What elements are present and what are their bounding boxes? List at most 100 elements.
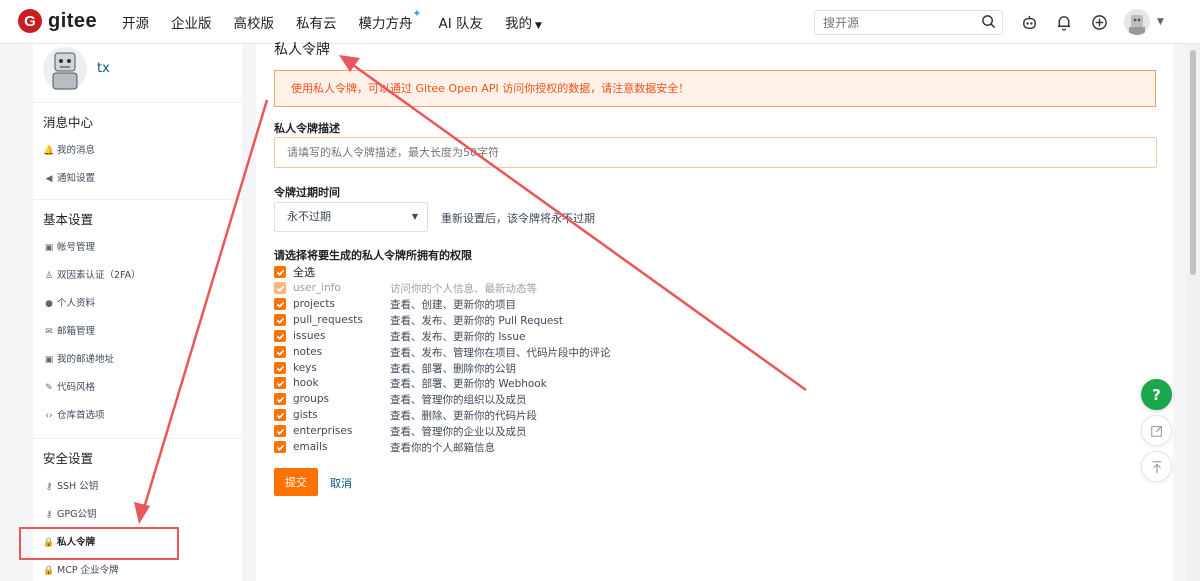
add-icon[interactable] bbox=[1089, 12, 1109, 32]
sidebar-item-repo-prefs[interactable]: ‹› 仓库首选项 bbox=[33, 402, 242, 430]
sidebar-item-label: SSH 公钥 bbox=[57, 481, 99, 492]
perm-name: issues bbox=[293, 330, 326, 342]
sidebar-item-label: 通知设置 bbox=[57, 173, 96, 184]
scrollbar-thumb[interactable] bbox=[1190, 50, 1196, 275]
perm-name: gists bbox=[293, 409, 318, 421]
nav-education[interactable]: 高校版 bbox=[234, 12, 275, 32]
select-all-checkbox[interactable]: 全选 bbox=[274, 264, 315, 280]
perm-name: emails bbox=[293, 441, 328, 453]
nav-open-source[interactable]: 开源 bbox=[122, 12, 149, 32]
sidebar-item-mcp-tokens[interactable]: 🔒 MCP 企业令牌 bbox=[33, 557, 242, 581]
nav-private-cloud[interactable]: 私有云 bbox=[296, 12, 337, 32]
perm-row-pull-requests[interactable]: pull_requests 查看、发布、更新你的 Pull Request bbox=[274, 312, 563, 328]
nav-mine-label: 我的 bbox=[505, 16, 533, 32]
robot-icon[interactable] bbox=[1019, 12, 1039, 32]
key-icon: ⚷ bbox=[45, 482, 53, 492]
gitee-logo-icon: G bbox=[18, 9, 42, 33]
settings-sidebar: tx 消息中心 🔔 我的消息 ◀ 通知设置 基本设置 ▣ 帐号管理 ♙ 双因素认证（2F… bbox=[33, 44, 242, 581]
sidebar-item-address[interactable]: ▣ 我的邮递地址 bbox=[33, 346, 242, 374]
section-title-security: 安全设置 bbox=[43, 451, 94, 466]
page-scrollbar[interactable] bbox=[1187, 44, 1200, 581]
bell-icon[interactable] bbox=[1054, 12, 1074, 32]
checkbox-checked-icon bbox=[274, 266, 286, 278]
perm-desc: 查看、管理你的组织以及成员 bbox=[390, 393, 527, 406]
perm-row-keys[interactable]: keys 查看、部署、删除你的公钥 bbox=[274, 360, 516, 376]
perm-name: groups bbox=[293, 393, 329, 405]
checkbox-checked-icon bbox=[274, 425, 286, 437]
nav-mine[interactable]: 我的 ▼ bbox=[505, 12, 542, 32]
user-shield-icon: ♙ bbox=[44, 271, 54, 281]
checkbox-checked-icon bbox=[274, 314, 286, 326]
perm-desc: 查看、部署、更新你的 Webhook bbox=[390, 377, 547, 390]
sidebar-item-label: GPG公钥 bbox=[57, 509, 97, 520]
sidebar-item-code-style[interactable]: ✎ 代码风格 bbox=[33, 374, 242, 402]
perm-row-projects[interactable]: projects 查看、创建、更新你的项目 bbox=[274, 296, 516, 312]
perm-row-user-info: user_info 访问你的个人信息、最新动态等 bbox=[274, 280, 537, 296]
edit-icon bbox=[1150, 425, 1162, 437]
code-icon: ‹› bbox=[45, 411, 53, 421]
token-form-panel: 私人令牌 使用私人令牌，可以通过 Gitee Open API 访问你授权的数据… bbox=[256, 42, 1173, 581]
perm-row-notes[interactable]: notes 查看、发布、管理你在项目、代码片段中的评论 bbox=[274, 344, 611, 360]
expire-label: 令牌过期时间 bbox=[274, 186, 340, 199]
search-box bbox=[814, 10, 1003, 35]
token-desc-input[interactable] bbox=[275, 138, 1156, 167]
feedback-button[interactable] bbox=[1141, 415, 1172, 446]
checkbox-checked-icon bbox=[274, 298, 286, 310]
perm-row-enterprises[interactable]: enterprises 查看、管理你的企业以及成员 bbox=[274, 423, 527, 439]
avatar-caret-icon[interactable]: ▼ bbox=[1157, 17, 1164, 27]
back-to-top-button[interactable] bbox=[1141, 451, 1172, 482]
sidebar-item-profile[interactable]: ● 个人资料 bbox=[33, 290, 242, 318]
desc-field bbox=[274, 137, 1157, 168]
nav-ai-teammate[interactable]: AI 队友 bbox=[439, 12, 484, 32]
user-avatar[interactable] bbox=[1124, 9, 1150, 35]
perm-row-groups[interactable]: groups 查看、管理你的组织以及成员 bbox=[274, 391, 527, 407]
user-icon: ● bbox=[45, 299, 53, 309]
address-icon: ▣ bbox=[44, 355, 54, 365]
perm-row-hook[interactable]: hook 查看、部署、更新你的 Webhook bbox=[274, 375, 547, 391]
sidebar-item-notification-settings[interactable]: ◀ 通知设置 bbox=[33, 165, 242, 193]
perm-name: enterprises bbox=[293, 425, 353, 437]
sidebar-item-label: 邮箱管理 bbox=[57, 326, 96, 337]
security-warning: 使用私人令牌，可以通过 Gitee Open API 访问你授权的数据，请注意数… bbox=[274, 70, 1156, 107]
checkbox-checked-icon bbox=[274, 393, 286, 405]
submit-button[interactable]: 提交 bbox=[274, 468, 318, 496]
cancel-link[interactable]: 取消 bbox=[330, 475, 352, 491]
checkbox-disabled-icon bbox=[274, 282, 286, 294]
perm-row-issues[interactable]: issues 查看、发布、更新你的 Issue bbox=[274, 328, 526, 344]
checkbox-checked-icon bbox=[274, 362, 286, 374]
perm-name: notes bbox=[293, 346, 323, 358]
profile-username[interactable]: tx bbox=[97, 61, 110, 76]
permissions-label: 请选择将要生成的私人令牌所拥有的权限 bbox=[274, 249, 472, 262]
perm-row-emails[interactable]: emails 查看你的个人邮箱信息 bbox=[274, 439, 495, 455]
nav-enterprise[interactable]: 企业版 bbox=[171, 12, 212, 32]
sidebar-item-label: 仓库首选项 bbox=[57, 410, 105, 421]
search-input[interactable] bbox=[815, 11, 975, 34]
help-button[interactable]: ? bbox=[1141, 379, 1172, 410]
sidebar-item-label: 帐号管理 bbox=[57, 242, 96, 253]
expire-select[interactable]: 永不过期 ▼ bbox=[274, 202, 428, 232]
checkbox-checked-icon bbox=[274, 377, 286, 389]
expire-hint: 重新设置后，该令牌将永不过期 bbox=[441, 212, 595, 225]
sidebar-item-label: 代码风格 bbox=[57, 382, 96, 393]
profile-card: tx bbox=[33, 44, 242, 103]
nav-moli[interactable]: 模力方舟 ✦ bbox=[359, 7, 422, 32]
gitee-logo[interactable]: G gitee bbox=[18, 9, 97, 33]
sidebar-item-ssh-keys[interactable]: ⚷ SSH 公钥 bbox=[33, 473, 242, 501]
sidebar-item-email[interactable]: ✉ 邮箱管理 bbox=[33, 318, 242, 346]
sidebar-item-label: 个人资料 bbox=[57, 298, 96, 309]
main-nav: 开源 企业版 高校版 私有云 模力方舟 ✦ AI 队友 我的 ▼ bbox=[122, 0, 564, 44]
annotation-highlight-box bbox=[19, 527, 179, 560]
sidebar-item-my-messages[interactable]: 🔔 我的消息 bbox=[33, 137, 242, 165]
perm-desc: 查看、部署、删除你的公钥 bbox=[390, 362, 516, 375]
perm-desc: 查看、发布、管理你在项目、代码片段中的评论 bbox=[390, 346, 611, 359]
perm-desc: 查看你的个人邮箱信息 bbox=[390, 441, 495, 454]
sidebar-item-2fa[interactable]: ♙ 双因素认证（2FA） bbox=[33, 262, 242, 290]
brush-icon: ✎ bbox=[45, 383, 53, 393]
perm-row-gists[interactable]: gists 查看、删除、更新你的代码片段 bbox=[274, 407, 537, 423]
key-icon: ⚷ bbox=[45, 510, 53, 520]
sidebar-item-account[interactable]: ▣ 帐号管理 bbox=[33, 234, 242, 262]
profile-avatar[interactable] bbox=[43, 45, 87, 93]
sidebar-item-gpg-keys[interactable]: ⚷ GPG公钥 bbox=[33, 501, 242, 529]
section-title-basic: 基本设置 bbox=[43, 212, 94, 227]
search-icon[interactable] bbox=[981, 14, 996, 33]
